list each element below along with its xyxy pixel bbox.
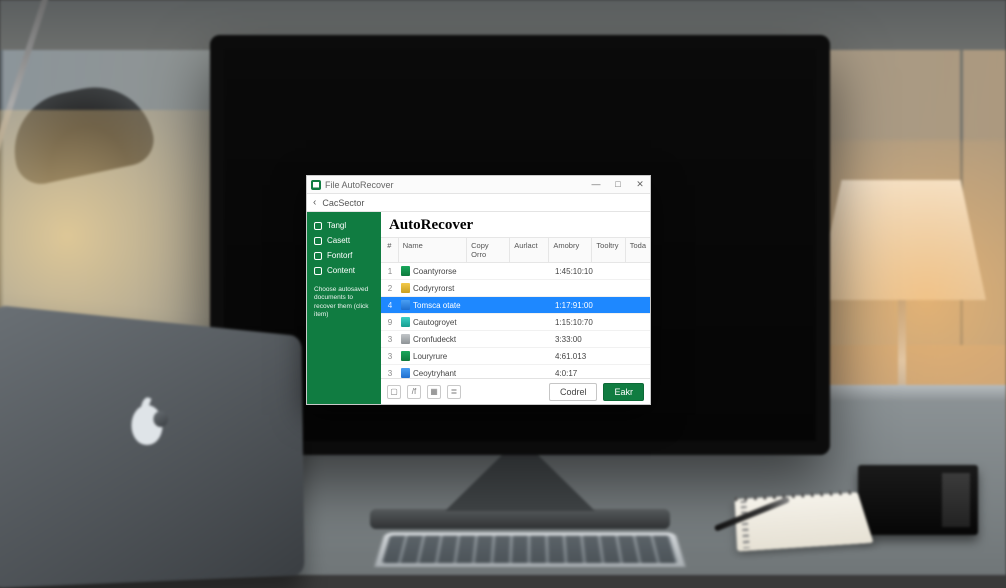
file-icon bbox=[401, 283, 410, 293]
row-name: Cronfudeckt bbox=[413, 335, 456, 344]
row-index: 2 bbox=[381, 284, 399, 293]
sidebar-item-label: Tangl bbox=[327, 221, 346, 230]
table-lamp bbox=[816, 180, 986, 300]
table-row[interactable]: 1 Coantyrorse 1:45:10:10 bbox=[381, 263, 650, 280]
row-name: Ceoytryhant bbox=[413, 369, 456, 378]
table-row[interactable]: 3 Cronfudeckt 3:33:00 bbox=[381, 331, 650, 348]
row-index: 4 bbox=[381, 301, 399, 310]
sidebar-item-2[interactable]: Fontorf bbox=[307, 248, 381, 263]
row-name: Louryrure bbox=[413, 352, 447, 361]
row-name-cell: Cautogroyet bbox=[399, 317, 469, 327]
row-name-cell: Tomsca otate bbox=[399, 300, 469, 310]
col-index[interactable]: # bbox=[381, 238, 399, 262]
table-row[interactable]: 4 Tomsca otate 1:17:91:00 bbox=[381, 297, 650, 314]
sidebar-item-label: Content bbox=[327, 266, 355, 275]
row-value: 4:0:17 bbox=[553, 369, 597, 378]
col-name[interactable]: Name bbox=[399, 238, 467, 262]
titlebar: File AutoRecover — □ ✕ bbox=[307, 176, 650, 194]
sidebar-item-1[interactable]: Casett bbox=[307, 233, 381, 248]
sidebar-item-3[interactable]: Content bbox=[307, 263, 381, 278]
sidebar-item-label: Casett bbox=[327, 236, 350, 245]
row-value: 4:61.013 bbox=[553, 352, 597, 361]
file-icon bbox=[401, 351, 410, 361]
table-row[interactable]: 3 Louryrure 4:61.013 bbox=[381, 348, 650, 365]
bullet-icon bbox=[314, 267, 322, 275]
row-value: 1:45:10:10 bbox=[553, 267, 597, 276]
sidebar-item-0[interactable]: Tangl bbox=[307, 218, 381, 233]
table-row[interactable]: 9 Cautogroyet 1:15:10:70 bbox=[381, 314, 650, 331]
window-title: File AutoRecover bbox=[325, 180, 394, 190]
table-header: # Name Copy Orro Aurlact Amobry Tooltry … bbox=[381, 237, 650, 263]
bullet-icon bbox=[314, 237, 322, 245]
row-name-cell: Louryrure bbox=[399, 351, 469, 361]
autorecover-window: File AutoRecover — □ ✕ ‹ CacSector Tangl… bbox=[306, 175, 651, 405]
row-index: 3 bbox=[381, 352, 399, 361]
tool-list-icon[interactable]: ≣ bbox=[447, 385, 461, 399]
tool-grid-icon[interactable]: ▦ bbox=[427, 385, 441, 399]
row-index: 3 bbox=[381, 335, 399, 344]
window-close-button[interactable]: ✕ bbox=[634, 179, 646, 190]
row-name-cell: Codyryrorst bbox=[399, 283, 469, 293]
cancel-button[interactable]: Codrel bbox=[549, 383, 598, 401]
col-2[interactable]: Copy Orro bbox=[467, 238, 510, 262]
file-icon bbox=[401, 334, 410, 344]
row-index: 9 bbox=[381, 318, 399, 327]
storage-box bbox=[858, 465, 978, 535]
bullet-icon bbox=[314, 252, 322, 260]
tool-checkbox-icon[interactable]: ▢ bbox=[387, 385, 401, 399]
table-row[interactable]: 3 Ceoytryhant 4:0:17 bbox=[381, 365, 650, 378]
window-minimize-button[interactable]: — bbox=[590, 179, 602, 190]
app-icon bbox=[311, 180, 321, 190]
file-icon bbox=[401, 300, 410, 310]
footer: ▢ /f ▦ ≣ Codrel Eakr bbox=[381, 378, 650, 404]
file-icon bbox=[401, 368, 410, 378]
laptop bbox=[0, 305, 304, 588]
table-row[interactable]: 2 Codyryrorst bbox=[381, 280, 650, 297]
row-value: 1:15:10:70 bbox=[553, 318, 597, 327]
sidebar-hint: Choose autosaved documents to recover th… bbox=[307, 286, 381, 320]
file-icon bbox=[401, 266, 410, 276]
sidebar-item-label: Fontorf bbox=[327, 251, 352, 260]
col-3[interactable]: Aurlact bbox=[510, 238, 549, 262]
row-name: Coantyrorse bbox=[413, 267, 457, 276]
window-maximize-button[interactable]: □ bbox=[612, 179, 624, 190]
back-button[interactable]: ‹ bbox=[313, 197, 316, 208]
table-body: 1 Coantyrorse 1:45:10:10 2 Codyryrorst 4 Tomsc… bbox=[381, 263, 650, 378]
apple-logo-icon bbox=[131, 405, 162, 445]
notepad bbox=[735, 492, 874, 551]
tool-filter-icon[interactable]: /f bbox=[407, 385, 421, 399]
row-name: Tomsca otate bbox=[413, 301, 461, 310]
row-index: 3 bbox=[381, 369, 399, 378]
main-panel: AutoRecover # Name Copy Orro Aurlact Amo… bbox=[381, 212, 650, 404]
row-name-cell: Coantyrorse bbox=[399, 266, 469, 276]
file-icon bbox=[401, 317, 410, 327]
row-index: 1 bbox=[381, 267, 399, 276]
page-title: AutoRecover bbox=[381, 212, 650, 237]
open-button[interactable]: Eakr bbox=[603, 383, 644, 401]
col-5[interactable]: Tooltry bbox=[592, 238, 625, 262]
row-name: Cautogroyet bbox=[413, 318, 457, 327]
bullet-icon bbox=[314, 222, 322, 230]
toolbar-label: CacSector bbox=[322, 198, 364, 208]
row-name: Codyryrorst bbox=[413, 284, 454, 293]
row-value: 3:33:00 bbox=[553, 335, 597, 344]
row-name-cell: Cronfudeckt bbox=[399, 334, 469, 344]
toolbar: ‹ CacSector bbox=[307, 194, 650, 212]
row-value: 1:17:91:00 bbox=[553, 301, 597, 310]
col-4[interactable]: Amobry bbox=[549, 238, 592, 262]
keyboard bbox=[375, 532, 686, 566]
row-name-cell: Ceoytryhant bbox=[399, 368, 469, 378]
col-6[interactable]: Toda bbox=[626, 238, 650, 262]
sidebar: Tangl Casett Fontorf Content Choose auto… bbox=[307, 212, 381, 404]
